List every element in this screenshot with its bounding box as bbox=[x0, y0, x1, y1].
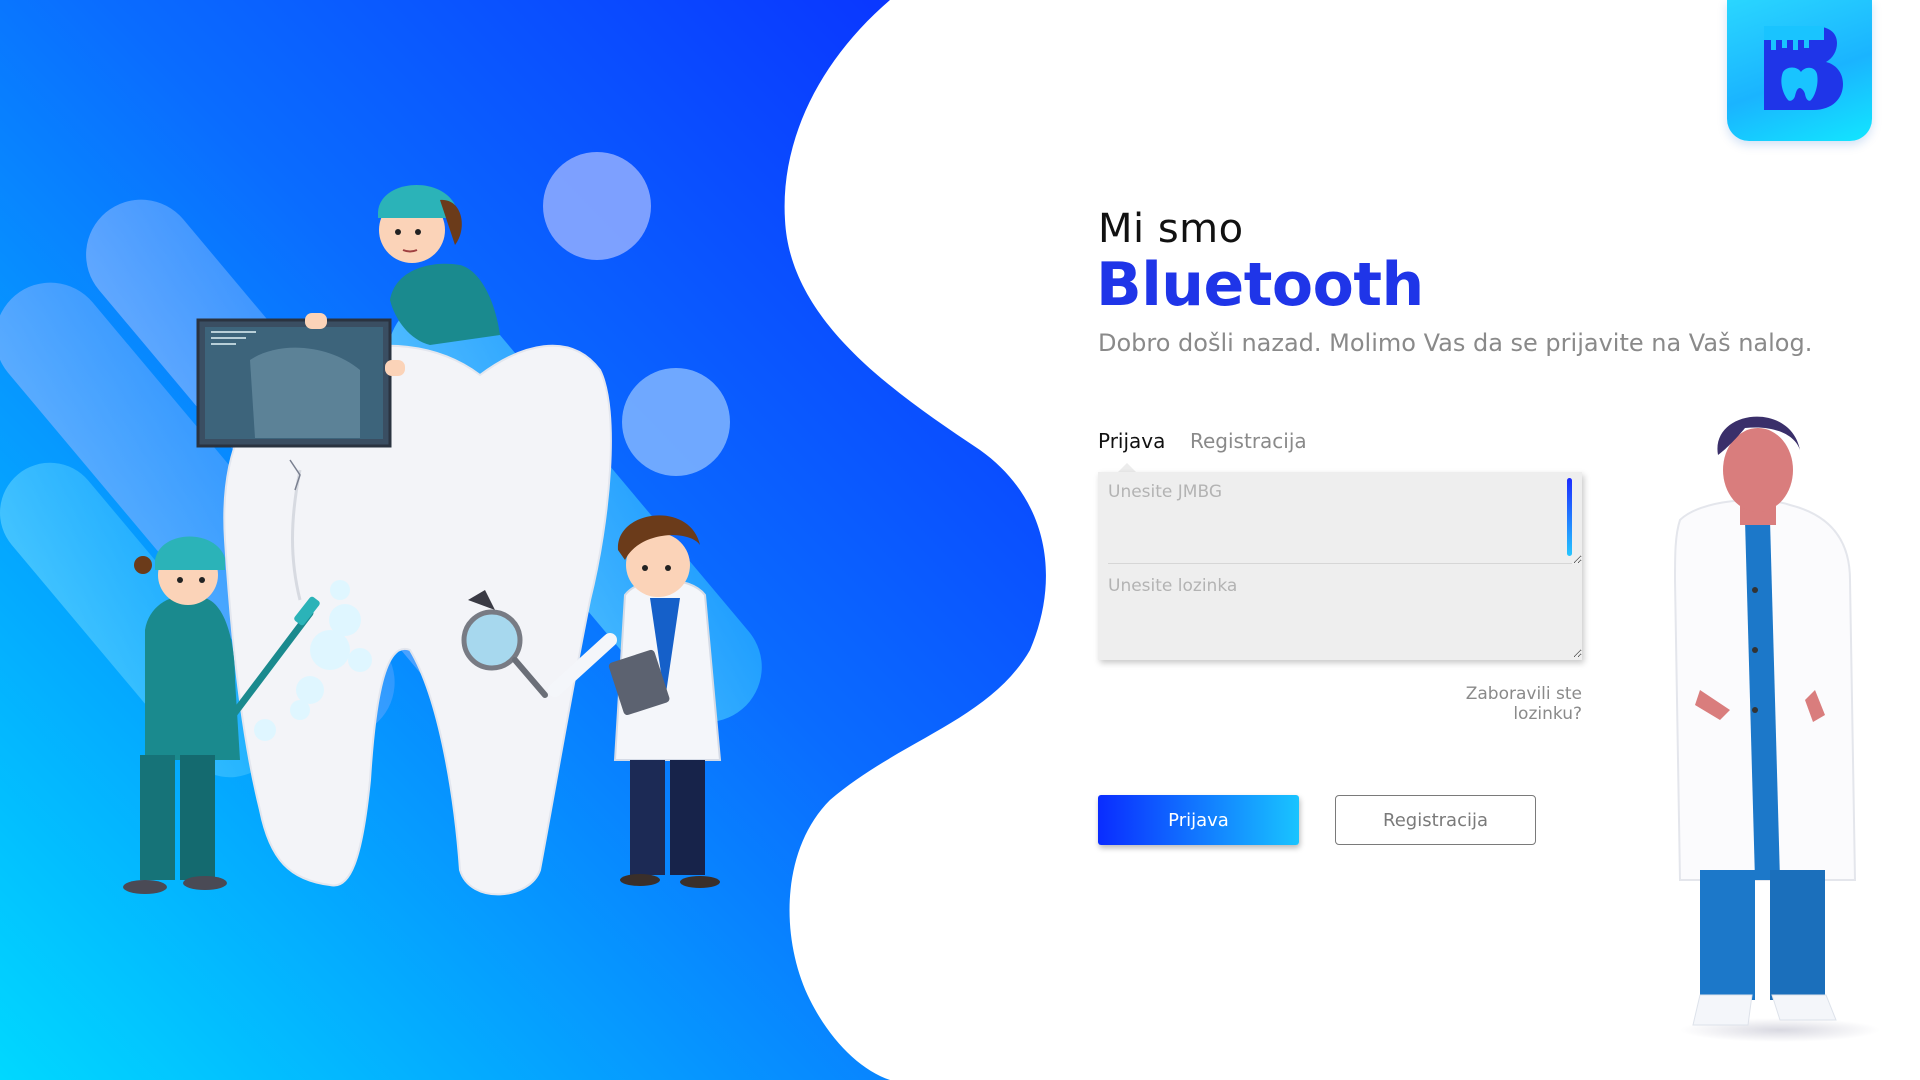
greeting-heading: Mi smo bbox=[1098, 206, 1244, 252]
login-button[interactable]: Prijava bbox=[1098, 795, 1299, 845]
tooth-b-logo-icon bbox=[1764, 26, 1843, 110]
tab-login[interactable]: Prijava bbox=[1098, 429, 1165, 453]
doctor-in-white-coat bbox=[1673, 416, 1880, 1042]
forgot-password-link[interactable]: Zaboravili ste lozinku? bbox=[1400, 684, 1582, 724]
jmbg-input[interactable] bbox=[1098, 474, 1582, 564]
xray-panel bbox=[196, 318, 392, 448]
field-scrollbar[interactable] bbox=[1567, 478, 1572, 556]
background-illustration bbox=[0, 0, 1880, 1080]
login-page: Mi smo Bluetooth Dobro došli nazad. Moli… bbox=[0, 0, 1920, 1080]
login-form bbox=[1098, 472, 1582, 660]
brand-name-heading: Bluetooth bbox=[1096, 250, 1424, 320]
tab-register[interactable]: Registracija bbox=[1190, 429, 1307, 453]
brand-logo[interactable] bbox=[1727, 0, 1872, 141]
welcome-subtitle: Dobro došli nazad. Molimo Vas da se prij… bbox=[1098, 329, 1813, 357]
field-divider bbox=[1108, 563, 1572, 564]
register-button[interactable]: Registracija bbox=[1335, 795, 1536, 845]
password-input[interactable] bbox=[1098, 568, 1582, 658]
